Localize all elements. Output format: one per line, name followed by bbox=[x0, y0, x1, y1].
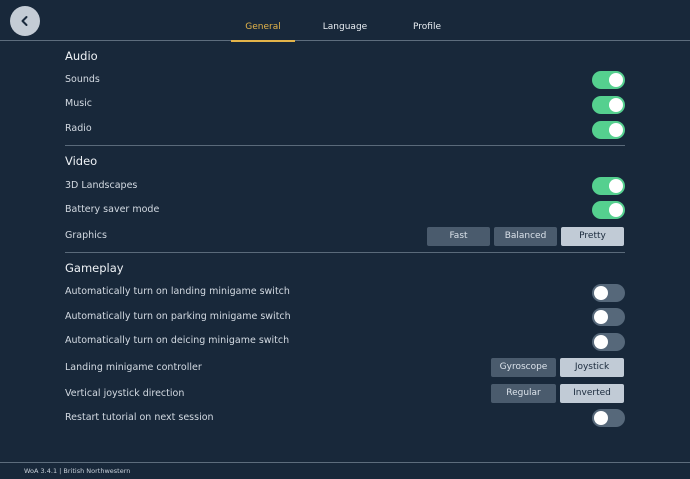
graphics-balanced-button[interactable]: Balanced bbox=[494, 227, 557, 246]
version-label: WoA 3.4.1 | British Northwestern bbox=[24, 467, 131, 475]
toggle-knob bbox=[609, 98, 623, 112]
sounds-toggle[interactable] bbox=[592, 71, 625, 89]
controller-label: Landing minigame controller bbox=[65, 362, 202, 373]
footer-bar: WoA 3.4.1 | British Northwestern bbox=[0, 462, 690, 479]
joystick-regular-button[interactable]: Regular bbox=[491, 384, 556, 403]
section-title-audio: Audio bbox=[65, 49, 98, 63]
parking-switch-label: Automatically turn on parking minigame s… bbox=[65, 311, 291, 322]
parking-switch-toggle[interactable] bbox=[592, 308, 625, 326]
tab-profile[interactable]: Profile bbox=[395, 0, 459, 41]
music-toggle[interactable] bbox=[592, 96, 625, 114]
graphics-label: Graphics bbox=[65, 230, 107, 241]
tab-language[interactable]: Language bbox=[313, 0, 377, 41]
deicing-switch-toggle[interactable] bbox=[592, 333, 625, 351]
sounds-label: Sounds bbox=[65, 74, 100, 85]
chevron-left-icon bbox=[19, 15, 31, 27]
section-divider bbox=[65, 252, 625, 253]
3d-landscapes-label: 3D Landscapes bbox=[65, 180, 138, 191]
music-label: Music bbox=[65, 98, 93, 109]
joystick-direction-label: Vertical joystick direction bbox=[65, 388, 185, 399]
toggle-knob bbox=[594, 286, 608, 300]
back-button[interactable] bbox=[10, 6, 40, 36]
controller-gyroscope-button[interactable]: Gyroscope bbox=[491, 358, 556, 377]
battery-saver-label: Battery saver mode bbox=[65, 204, 160, 215]
restart-tutorial-toggle[interactable] bbox=[592, 409, 625, 427]
toggle-knob bbox=[594, 411, 608, 425]
deicing-switch-label: Automatically turn on deicing minigame s… bbox=[65, 335, 290, 346]
3d-landscapes-toggle[interactable] bbox=[592, 177, 625, 195]
toggle-knob bbox=[609, 203, 623, 217]
toggle-knob bbox=[609, 123, 623, 137]
joystick-inverted-button[interactable]: Inverted bbox=[560, 384, 624, 403]
controller-joystick-button[interactable]: Joystick bbox=[560, 358, 624, 377]
toggle-knob bbox=[609, 73, 623, 87]
radio-toggle[interactable] bbox=[592, 121, 625, 139]
section-title-video: Video bbox=[65, 154, 98, 168]
graphics-fast-button[interactable]: Fast bbox=[427, 227, 490, 246]
battery-saver-toggle[interactable] bbox=[592, 201, 625, 219]
radio-label: Radio bbox=[65, 123, 92, 134]
landing-switch-label: Automatically turn on landing minigame s… bbox=[65, 286, 290, 297]
tab-general[interactable]: General bbox=[231, 0, 295, 42]
toggle-knob bbox=[609, 179, 623, 193]
restart-tutorial-label: Restart tutorial on next session bbox=[65, 412, 214, 423]
landing-switch-toggle[interactable] bbox=[592, 284, 625, 302]
section-title-gameplay: Gameplay bbox=[65, 261, 124, 275]
toggle-knob bbox=[594, 335, 608, 349]
top-bar: General Language Profile bbox=[0, 0, 690, 42]
toggle-knob bbox=[594, 310, 608, 324]
graphics-pretty-button[interactable]: Pretty bbox=[561, 227, 624, 246]
section-divider bbox=[65, 145, 625, 146]
